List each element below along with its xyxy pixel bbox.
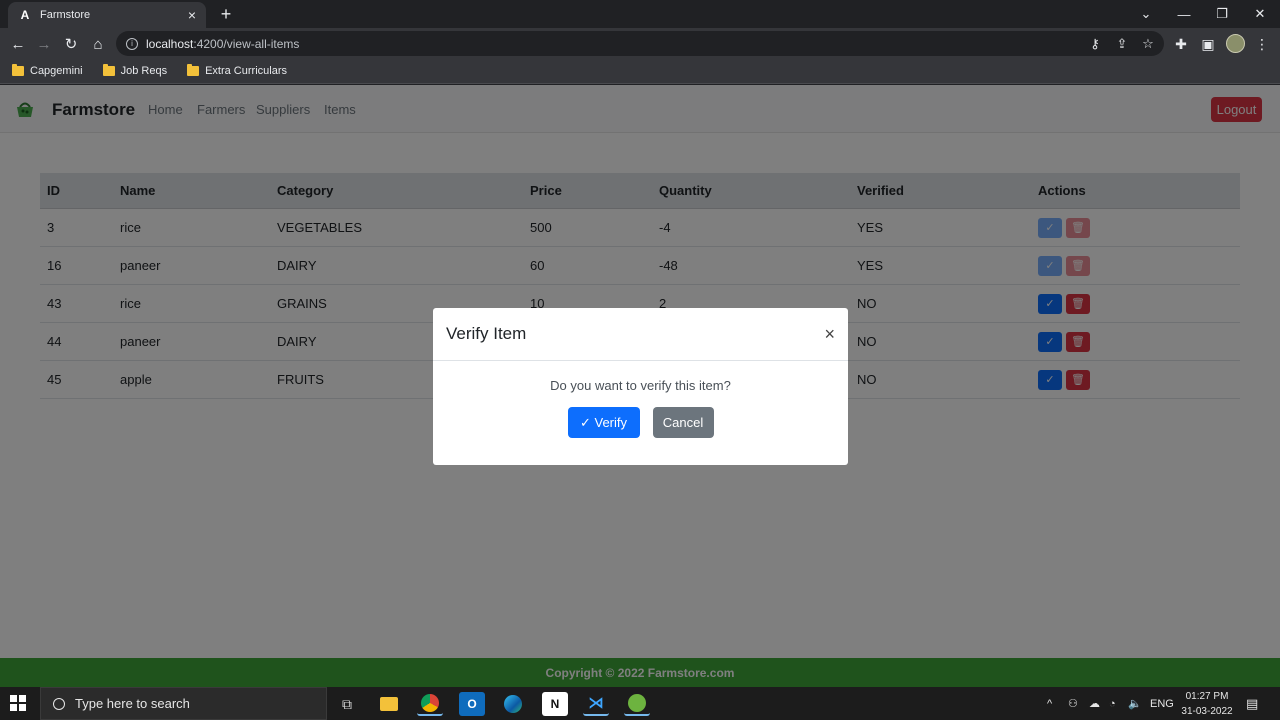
bookmarks-bar: Capgemini Job Reqs Extra Curriculars [0, 58, 1280, 84]
url-path: :4200/view-all-items [193, 36, 300, 51]
reload-icon[interactable]: ↻ [60, 33, 82, 55]
extensions-icon[interactable]: ✚ [1170, 33, 1192, 55]
folder-icon [102, 63, 115, 76]
chrome-icon[interactable] [417, 692, 443, 716]
new-tab-button[interactable]: + [216, 4, 236, 24]
minimize-button[interactable]: — [1165, 0, 1203, 28]
notifications-icon[interactable]: ▤ [1246, 687, 1258, 720]
tab-search-icon[interactable]: ⌄ [1127, 0, 1165, 28]
url-host: localhost [146, 36, 194, 51]
outlook-icon[interactable]: O [459, 692, 485, 716]
wifi-icon[interactable]: ◔ [1109, 687, 1116, 720]
modal-message: Do you want to verify this item? [550, 378, 731, 393]
vscode-icon[interactable]: ⋊ [583, 692, 609, 716]
close-window-button[interactable]: ✕ [1241, 0, 1279, 28]
teams-tray-icon[interactable]: ⚇ [1068, 687, 1078, 720]
clock-date: 31-03-2022 [1181, 706, 1233, 717]
language-indicator[interactable]: ENG [1150, 687, 1174, 720]
menu-kebab-icon[interactable]: ⋮ [1251, 33, 1273, 55]
clock-time: 01:27 PM [1185, 691, 1229, 702]
system-clock[interactable]: 01:27 PM 31-03-2022 [1178, 689, 1236, 719]
modal-title: Verify Item [446, 324, 527, 343]
windows-taskbar: Type here to search ⧉ O N ⋊ ^ ⚇ ☁ ◔ 🔈 EN… [0, 687, 1280, 720]
file-explorer-icon[interactable] [376, 692, 402, 716]
tray-overflow-icon[interactable]: ^ [1047, 687, 1052, 720]
browser-toolbar: ← → ↻ ⌂ i localhost:4200/view-all-items … [0, 28, 1280, 58]
tab-title: Farmstore [40, 9, 91, 21]
folder-icon [12, 63, 24, 76]
edge-icon[interactable] [500, 692, 526, 716]
address-bar[interactable]: i localhost:4200/view-all-items [116, 31, 1164, 56]
search-icon [53, 697, 65, 710]
share-icon[interactable]: ⇪ [1111, 31, 1133, 56]
tab-close-icon[interactable]: × [188, 7, 196, 23]
home-icon[interactable]: ⌂ [87, 33, 109, 55]
spring-tool-icon[interactable] [624, 692, 650, 716]
site-info-icon[interactable]: i [126, 37, 138, 50]
modal-body: Do you want to verify this item? ✓ Verif… [433, 361, 848, 438]
volume-icon[interactable]: 🔈 [1128, 687, 1142, 720]
task-view-icon[interactable]: ⧉ [334, 692, 360, 716]
browser-tab[interactable]: A Farmstore × [8, 2, 206, 28]
modal-header: Verify Item × [433, 308, 848, 361]
cancel-button[interactable]: Cancel [652, 407, 714, 438]
verify-item-modal: Verify Item × Do you want to verify this… [433, 308, 848, 465]
bookmark-label: Job Reqs [120, 64, 168, 77]
forward-arrow-icon[interactable]: → [33, 33, 55, 55]
angular-favicon-icon: A [20, 8, 30, 22]
bookmark-label: Capgemini [30, 64, 83, 77]
onedrive-tray-icon[interactable]: ☁ [1089, 687, 1100, 720]
bookmark-extra-curriculars[interactable]: Extra Curriculars [183, 63, 291, 77]
bookmark-label: Extra Curriculars [205, 64, 287, 77]
folder-icon [187, 63, 200, 76]
profile-avatar[interactable] [1226, 34, 1245, 53]
notion-icon[interactable]: N [542, 692, 568, 716]
search-placeholder: Type here to search [75, 696, 190, 711]
verify-button[interactable]: ✓ Verify [567, 407, 640, 438]
modal-actions: ✓ Verify Cancel [433, 407, 848, 438]
close-icon[interactable]: × [824, 325, 835, 343]
side-panel-icon[interactable]: ▣ [1197, 33, 1219, 55]
key-icon[interactable]: ⚷ [1084, 31, 1106, 56]
back-arrow-icon[interactable]: ← [7, 33, 29, 55]
bookmark-capgemini[interactable]: Capgemini [8, 63, 87, 77]
bookmark-job-reqs[interactable]: Job Reqs [99, 63, 171, 77]
browser-tab-bar: A Farmstore × + ⌄ — ❐ ✕ [0, 0, 1280, 28]
taskbar-search-box[interactable]: Type here to search [40, 687, 327, 720]
windows-start-icon[interactable] [10, 695, 26, 711]
bookmark-star-icon[interactable]: ☆ [1137, 31, 1159, 56]
restore-button[interactable]: ❐ [1203, 0, 1241, 28]
